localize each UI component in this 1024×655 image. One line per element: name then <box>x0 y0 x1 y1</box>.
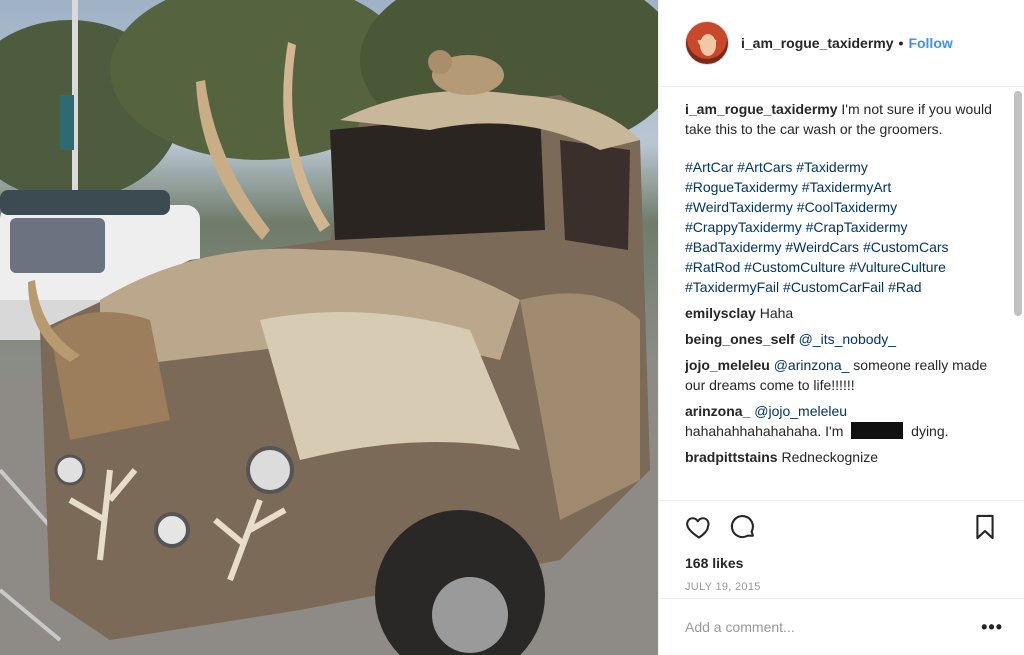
hashtag-link[interactable]: #CoolTaxidermy <box>797 199 897 215</box>
post-date[interactable]: JULY 19, 2015 <box>685 581 999 593</box>
comment-username[interactable]: arinzona_ <box>685 403 750 419</box>
bookmark-icon[interactable] <box>971 513 999 541</box>
more-options-button[interactable]: ••• <box>981 617 1003 638</box>
hashtag-link[interactable]: #BadTaxidermy <box>685 239 782 255</box>
post-details-panel: i_am_rogue_taxidermy • Follow i_am_rogue… <box>658 0 1024 655</box>
hashtag-link[interactable]: #CustomCarFail <box>783 279 884 295</box>
hashtag-link[interactable]: #ArtCar <box>685 159 733 175</box>
action-icons-row <box>685 511 999 543</box>
follow-button[interactable]: Follow <box>908 35 952 51</box>
post-header: i_am_rogue_taxidermy • Follow <box>659 0 1024 87</box>
comment-username[interactable]: bradpittstains <box>685 449 778 465</box>
hashtags: #ArtCar #ArtCars #Taxidermy #RogueTaxide… <box>685 157 999 297</box>
post-caption: i_am_rogue_taxidermy I'm not sure if you… <box>685 99 999 139</box>
comment-text: hahahahhahahahaha. I'm <box>685 423 844 439</box>
comment-item: being_ones_self @_its_nobody_ <box>685 329 999 349</box>
comment-text: Haha <box>759 305 794 321</box>
speech-bubble-icon[interactable] <box>729 513 757 541</box>
post-actions: 168 likes JULY 19, 2015 <box>659 500 1024 593</box>
hashtag-link[interactable]: #VultureCulture <box>849 259 946 275</box>
hashtag-link[interactable]: #WeirdCars <box>785 239 859 255</box>
comment-mention[interactable]: @arinzona_ <box>774 357 850 373</box>
header-username[interactable]: i_am_rogue_taxidermy <box>741 35 894 51</box>
redacted-block <box>851 422 904 439</box>
comment-mention[interactable]: @_its_nobody_ <box>799 331 897 347</box>
comment-text: dying. <box>911 423 949 439</box>
comments-scrollbar[interactable] <box>1014 91 1022 316</box>
instagram-post: i_am_rogue_taxidermy • Follow i_am_rogue… <box>0 0 1024 655</box>
post-photo[interactable] <box>0 0 658 655</box>
hashtag-link[interactable]: #TaxidermyFail <box>685 279 779 295</box>
add-comment-bar: ••• <box>659 598 1024 655</box>
hashtag-link[interactable]: #RogueTaxidermy <box>685 179 798 195</box>
hashtag-link[interactable]: #CustomCars <box>863 239 949 255</box>
hashtag-link[interactable]: #CustomCulture <box>744 259 845 275</box>
comment-username[interactable]: emilysclay <box>685 305 756 321</box>
comment-mention[interactable]: @jojo_meleleu <box>754 403 847 419</box>
comment-item: emilysclay Haha <box>685 303 999 323</box>
comment-item: jojo_meleleu @arinzona_ someone really m… <box>685 355 999 395</box>
comment-username[interactable]: being_ones_self <box>685 331 795 347</box>
hashtag-link[interactable]: #CrappyTaxidermy <box>685 219 802 235</box>
hashtag-link[interactable]: #Rad <box>888 279 921 295</box>
comment-text: Redneckognize <box>781 449 878 465</box>
comment-item: arinzona_ @jojo_meleleu hahahahhahahahah… <box>685 401 999 441</box>
hashtag-link[interactable]: #RatRod <box>685 259 740 275</box>
hashtag-link[interactable]: #WeirdTaxidermy <box>685 199 793 215</box>
avatar[interactable] <box>685 21 729 65</box>
avatar-face <box>700 34 716 56</box>
truck-photo-illustration <box>0 0 658 655</box>
comments-list[interactable]: i_am_rogue_taxidermy I'm not sure if you… <box>685 99 999 499</box>
header-separator: • <box>898 35 904 51</box>
likes-count[interactable]: 168 likes <box>685 555 999 571</box>
comment-username[interactable]: jojo_meleleu <box>685 357 770 373</box>
heart-icon[interactable] <box>685 513 713 541</box>
hashtag-link[interactable]: #Taxidermy <box>796 159 868 175</box>
caption-username[interactable]: i_am_rogue_taxidermy <box>685 101 838 117</box>
comment-input[interactable] <box>685 619 982 635</box>
hashtag-link[interactable]: #CrapTaxidermy <box>806 219 908 235</box>
hashtag-link[interactable]: #TaxidermyArt <box>802 179 891 195</box>
hashtag-link[interactable]: #ArtCars <box>737 159 792 175</box>
comment-item: bradpittstains Redneckognize <box>685 447 999 467</box>
